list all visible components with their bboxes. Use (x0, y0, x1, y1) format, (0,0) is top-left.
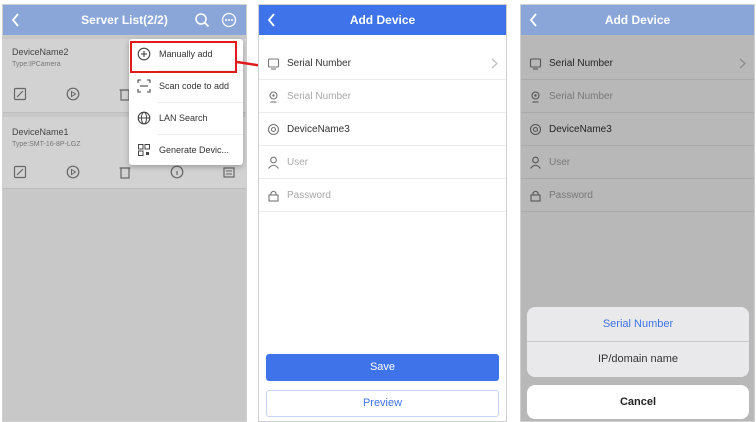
location-icon (267, 90, 280, 103)
lock-icon (267, 189, 280, 202)
device-name-input[interactable]: DeviceName3 (259, 113, 506, 146)
add-device-screen: Add Device Serial Number Serial Number D… (258, 4, 507, 422)
field-value: Serial Number (287, 58, 351, 69)
tag-icon (267, 123, 280, 136)
field-placeholder: Serial Number (287, 91, 351, 102)
save-button[interactable]: Save (266, 354, 499, 381)
option-ip-domain[interactable]: IP/domain name (527, 342, 749, 377)
cancel-button[interactable]: Cancel (527, 385, 749, 419)
page-title: Add Device (349, 13, 416, 27)
device-icon (267, 57, 280, 70)
field-placeholder: Password (287, 190, 331, 201)
field-value: DeviceName3 (287, 124, 350, 135)
add-mode-sheet-screen: Add Device Serial Number Serial Number D… (520, 4, 755, 422)
navbar: Add Device (521, 5, 754, 35)
field-placeholder: User (287, 157, 309, 168)
user-icon (267, 156, 280, 169)
password-input[interactable]: Password (259, 179, 506, 212)
chevron-right-icon (491, 58, 498, 69)
option-serial-number[interactable]: Serial Number (527, 307, 749, 342)
page-title: Add Device (604, 13, 671, 27)
serial-number-input[interactable]: Serial Number (259, 80, 506, 113)
user-input[interactable]: User (259, 146, 506, 179)
navbar: Add Device (259, 5, 506, 35)
preview-button[interactable]: Preview (266, 390, 499, 417)
add-mode-selector[interactable]: Serial Number (259, 47, 506, 80)
